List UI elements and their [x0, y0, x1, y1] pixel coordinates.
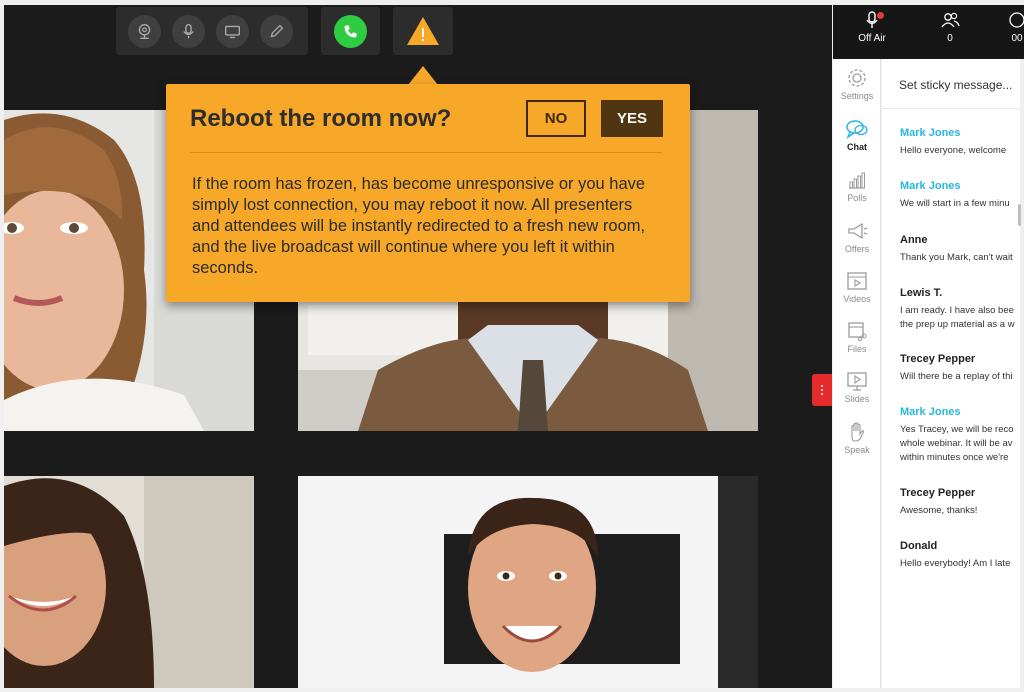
message-text: within minutes once we're — [900, 452, 1009, 463]
call-button[interactable] — [334, 14, 367, 48]
rail-item-polls[interactable]: Polls — [833, 169, 881, 203]
popup-pointer — [408, 66, 438, 85]
clock-icon — [1009, 12, 1024, 28]
rail-item-label: Offers — [844, 244, 870, 254]
rail-item-label: Chat — [847, 142, 867, 152]
microphone-button[interactable] — [172, 14, 205, 48]
reboot-button[interactable] — [405, 15, 441, 47]
chat-message: Mark Jones Yes Tracey, we will be reco w… — [900, 406, 1020, 465]
message-text: Will there be a replay of thi — [900, 371, 1013, 382]
attendee-count: 0 — [947, 33, 953, 44]
panel-menu-button[interactable] — [812, 374, 832, 406]
off-air-label: Off Air — [858, 33, 886, 44]
sticky-message-input[interactable]: Set sticky message... — [882, 59, 1020, 109]
chat-message: Trecey Pepper Will there be a replay of … — [900, 353, 1020, 384]
hand-icon — [851, 422, 865, 442]
dot — [821, 389, 823, 391]
rail-item-offers[interactable]: Offers — [833, 220, 881, 254]
video-tile[interactable] — [4, 476, 254, 688]
reboot-dialog: Reboot the room now? NO YES If the room … — [166, 84, 690, 302]
pencil-icon — [270, 24, 284, 37]
rail-item-label: Settings — [840, 91, 874, 101]
dialog-message: If the room has frozen, has become unres… — [192, 175, 646, 277]
chat-message: Lewis T. I am ready. I have also bee the… — [900, 287, 1020, 332]
rail-item-label: Slides — [844, 394, 870, 404]
screen-share-icon — [225, 25, 240, 38]
rail-item-label: Videos — [843, 294, 871, 304]
media-controls — [116, 7, 308, 55]
files-icon — [848, 322, 867, 342]
chat-panel: Set sticky message... Mark Jones Hello e… — [882, 59, 1020, 688]
status-header: Off Air 0 00 — [833, 5, 1024, 59]
message-text: We will start in a few minu — [900, 198, 1010, 209]
participant-video — [298, 476, 758, 688]
sender-name: Trecey Pepper — [900, 487, 976, 499]
megaphone-icon — [848, 222, 868, 240]
sender-name: Trecey Pepper — [900, 353, 976, 365]
chat-message: Mark Jones We will start in a few minu — [900, 180, 1020, 211]
call-control — [321, 7, 380, 55]
participant-video — [4, 476, 254, 688]
warning-icon — [407, 17, 439, 45]
draw-button[interactable] — [260, 14, 293, 48]
gear-icon — [848, 69, 866, 87]
video-icon — [847, 272, 867, 290]
dot — [821, 385, 823, 387]
chat-message: Trecey Pepper Awesome, thanks! — [900, 487, 1020, 518]
sender-name: Mark Jones — [900, 180, 961, 192]
rail-item-slides[interactable]: Slides — [833, 370, 881, 404]
message-text: I am ready. I have also bee — [900, 305, 1014, 316]
users-icon — [941, 12, 960, 28]
chat-scrollbar[interactable] — [1018, 204, 1021, 226]
extra-count: 00 — [1011, 33, 1023, 44]
chat-icon — [846, 120, 868, 139]
attendees-counter[interactable]: 0 — [933, 11, 967, 44]
message-text: whole webinar. It will be av — [900, 438, 1013, 449]
reboot-control — [393, 7, 453, 55]
webcam-button[interactable] — [128, 14, 161, 48]
rail-item-label: Speak — [844, 445, 870, 455]
chat-message: Donald Hello everybody! Am I late — [900, 540, 1020, 571]
yes-button[interactable]: YES — [601, 100, 663, 137]
broadcast-status[interactable]: Off Air — [853, 11, 891, 44]
rail-item-label: Polls — [847, 193, 867, 203]
message-text: Hello everyone, welcome — [900, 145, 1007, 156]
rail-item-settings[interactable]: Settings — [833, 67, 881, 101]
video-tile[interactable] — [298, 476, 758, 688]
rail-item-files[interactable]: Files — [833, 320, 881, 354]
microphone-icon — [183, 23, 194, 38]
message-text: the prep up material as a w — [900, 319, 1015, 330]
screen-share-button[interactable] — [216, 14, 249, 48]
webcam-icon — [138, 23, 151, 39]
no-button[interactable]: NO — [526, 100, 586, 137]
message-text: Thank you Mark, can't wait — [900, 252, 1013, 263]
extra-counter: 00 — [1007, 11, 1024, 44]
rail-item-speak[interactable]: Speak — [833, 421, 881, 455]
rail-item-chat[interactable]: Chat — [833, 118, 881, 152]
bar-chart-icon — [849, 172, 865, 189]
dot — [821, 393, 823, 395]
rail-item-videos[interactable]: Videos — [833, 270, 881, 304]
sender-name: Mark Jones — [900, 406, 961, 418]
chat-message: Mark Jones Hello everyone, welcome — [900, 127, 1020, 158]
sender-name: Lewis T. — [900, 287, 943, 299]
sender-name: Anne — [900, 234, 928, 246]
sender-name: Mark Jones — [900, 127, 961, 139]
message-text: Hello everybody! Am I late — [900, 558, 1011, 569]
message-text: Awesome, thanks! — [900, 505, 978, 516]
dialog-divider — [190, 152, 662, 153]
message-text: Yes Tracey, we will be reco — [900, 424, 1014, 435]
rail-item-label: Files — [847, 344, 867, 354]
sender-name: Donald — [900, 540, 938, 552]
phone-icon — [344, 25, 357, 37]
dialog-title: Reboot the room now? — [190, 105, 452, 132]
chat-message: Anne Thank you Mark, can't wait — [900, 234, 1020, 265]
feature-rail: Settings Chat Polls Offers Videos Files … — [833, 59, 881, 688]
slides-icon — [847, 372, 867, 391]
record-dot — [877, 12, 884, 19]
